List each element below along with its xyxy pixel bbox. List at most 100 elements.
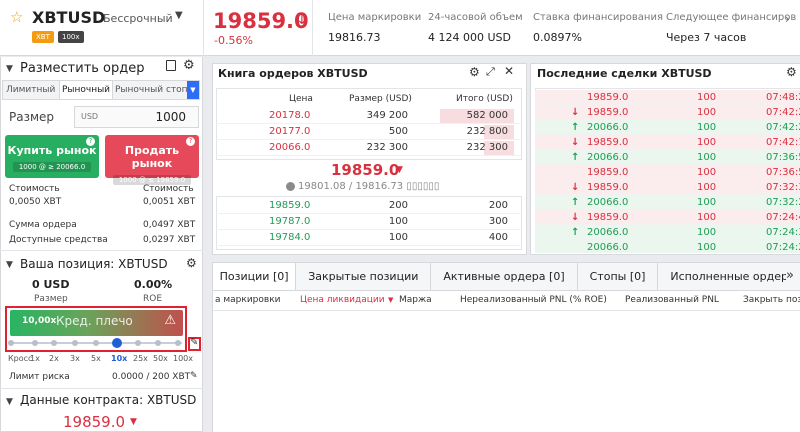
gear-icon[interactable]: ⚙ — [183, 58, 195, 73]
bid-row[interactable]: 19784.0 100 400 — [216, 230, 522, 246]
trade-time: 07:36:5 — [766, 151, 800, 163]
leverage-slider-handle[interactable] — [112, 338, 122, 348]
leverage-tick-label[interactable]: Кросс — [8, 354, 32, 363]
trade-size: 100 — [697, 151, 717, 163]
col-realized-pnl[interactable]: Реализованный PNL — [625, 295, 719, 305]
leverage-tick[interactable] — [51, 340, 57, 346]
trades-settings-icon[interactable]: ⚙ — [786, 65, 797, 79]
tab-filled-orders[interactable]: Исполненные ордер — [658, 263, 800, 290]
leverage-value: 10,00x — [22, 316, 57, 326]
arrow-up-icon: ↑ — [571, 196, 580, 208]
badge-xbt: XBT — [32, 31, 54, 43]
trade-row: ↓ 19859.0 100 07:32:3 — [535, 180, 800, 195]
arrow-down-icon: ↓ — [571, 106, 580, 118]
leverage-tick-label[interactable]: 3x — [70, 354, 80, 363]
trade-price: 19859.0 — [587, 166, 629, 178]
leverage-tick[interactable] — [32, 340, 38, 346]
sell-market-button[interactable]: Продать рынок 1000 @ ≤ 19859.0 ? — [105, 135, 199, 185]
badge-leverage: 100x — [58, 31, 84, 43]
leverage-tick-label[interactable]: 10x — [111, 354, 127, 363]
buy-market-button[interactable]: Купить рынок 1000 @ ≥ 20066.0 ? — [5, 135, 99, 178]
position-settings-icon[interactable]: ⚙ — [186, 256, 197, 270]
collapse-order-icon[interactable]: ▼ — [6, 64, 13, 74]
ask-price: 20177.0 — [269, 126, 311, 137]
leverage-tick-label[interactable]: 50x — [153, 354, 168, 363]
trade-row: 19859.0 100 07:48:2 — [535, 90, 800, 105]
leverage-tick-label[interactable]: 5x — [91, 354, 101, 363]
leverage-tick-label[interactable]: 100x — [173, 354, 193, 363]
bid-size: 200 — [388, 200, 408, 211]
stat-mark-price: Цена маркировки 19816.73 — [328, 12, 422, 44]
ask-price: 20178.0 — [269, 110, 311, 121]
edit-risk-icon[interactable]: ✎ — [190, 371, 198, 381]
bid-row[interactable]: 19787.0 100 300 — [216, 214, 522, 230]
tab-stops[interactable]: Стопы [0] — [578, 263, 659, 290]
tab-stop-market[interactable]: Рыночный стоп — [113, 85, 187, 95]
buy-help-icon[interactable]: ? — [86, 137, 95, 146]
edit-leverage-icon[interactable]: ✎ — [190, 337, 198, 348]
trade-row: ↑ 20066.0 100 07:32:2 — [535, 195, 800, 210]
symbol-dropdown-icon[interactable]: ▼ — [175, 10, 183, 21]
leverage-tick[interactable] — [93, 340, 99, 346]
size-unit: USD — [81, 112, 99, 121]
ask-row[interactable]: 20178.0 349 200 582 000 — [216, 108, 522, 124]
risk-limit-label: Лимит риска — [9, 372, 70, 382]
leverage-tick-label[interactable]: 25x — [133, 354, 148, 363]
calculator-icon[interactable] — [166, 60, 176, 71]
ask-row[interactable]: 20066.0 232 300 232 300 — [216, 140, 522, 156]
bid-row[interactable]: 19859.0 200 200 — [216, 198, 522, 214]
sell-help-icon[interactable]: ? — [186, 137, 195, 146]
col-close-position[interactable]: Закрыть пози — [743, 295, 800, 305]
arrow-down-icon: ↓ — [571, 181, 580, 193]
price-down-arrow-icon: ↓ — [296, 12, 308, 28]
trade-time: 07:48:2 — [766, 91, 800, 103]
leverage-tick-label[interactable]: 2x — [49, 354, 59, 363]
tab-market[interactable]: Рыночный — [59, 81, 113, 99]
trade-price: 20066.0 — [587, 241, 629, 253]
order-type-dropdown-icon[interactable]: ▼ — [187, 81, 199, 99]
position-size: 0 USD — [32, 278, 70, 291]
orderbook-mid-price: 19859.0 — [331, 161, 400, 179]
tabs-more-button[interactable]: » — [786, 268, 794, 283]
bid-price: 19859.0 — [269, 200, 311, 211]
bid-size: 100 — [388, 216, 408, 227]
header-scroll-right-icon[interactable]: › — [785, 12, 790, 26]
size-label: Размер — [9, 110, 55, 124]
trade-size: 100 — [697, 211, 717, 223]
leverage-tick-label[interactable]: 1x — [30, 354, 40, 363]
ask-row[interactable]: 20177.0 500 232 800 — [216, 124, 522, 140]
tab-positions[interactable]: Позиции [0] — [213, 263, 297, 290]
symbol-title[interactable]: XBTUSD — [32, 8, 105, 27]
col-mark-price[interactable]: а маркировки — [215, 295, 281, 305]
leverage-tick[interactable] — [135, 340, 141, 346]
col-unrealized-pnl[interactable]: Нереализованный PNL (% ROE) — [460, 295, 607, 305]
collapse-contract-icon[interactable]: ▼ — [6, 397, 13, 407]
cost-label-buy: Стоимость — [9, 184, 60, 194]
orderbook-settings-icon[interactable]: ⚙ — [469, 65, 480, 79]
tab-closed-positions[interactable]: Закрытые позиции — [296, 263, 432, 290]
col-margin[interactable]: Маржа — [399, 295, 432, 305]
trade-time: 07:32:3 — [766, 181, 800, 193]
warning-icon: ⚠ — [164, 313, 176, 328]
bid-total: 200 — [488, 200, 508, 211]
ask-size: 232 300 — [366, 142, 408, 153]
cost-sell: 0,0051 XBT — [143, 197, 196, 207]
col-liquidation-price[interactable]: Цена ликвидации — [300, 295, 385, 305]
leverage-tick[interactable] — [72, 340, 78, 346]
tab-active-orders[interactable]: Активные ордера [0] — [431, 263, 578, 290]
trade-time: 07:24:4 — [766, 211, 800, 223]
size-input[interactable]: USD 1000 — [74, 106, 199, 128]
cost-label-sell: Стоимость — [143, 184, 194, 194]
expand-icon[interactable]: ⤢ — [486, 65, 495, 79]
index-globe-icon — [286, 182, 295, 191]
leverage-tick[interactable] — [155, 340, 161, 346]
close-orderbook-icon[interactable]: ✕ — [504, 64, 514, 78]
favorite-star-icon[interactable]: ☆ — [10, 8, 23, 26]
top-header: ☆ XBTUSD Бессрочный ▼ XBT 100x 19859.0 ↓… — [0, 0, 800, 56]
collapse-position-icon[interactable]: ▼ — [6, 260, 13, 270]
tab-limit[interactable]: Лимитный — [3, 85, 59, 95]
cost-buy: 0,0050 XBT — [9, 197, 62, 207]
leverage-tick[interactable] — [175, 340, 181, 346]
leverage-bar[interactable]: 10,00x Кред. плечо ⚠ — [10, 310, 183, 336]
leverage-tick[interactable] — [8, 340, 14, 346]
